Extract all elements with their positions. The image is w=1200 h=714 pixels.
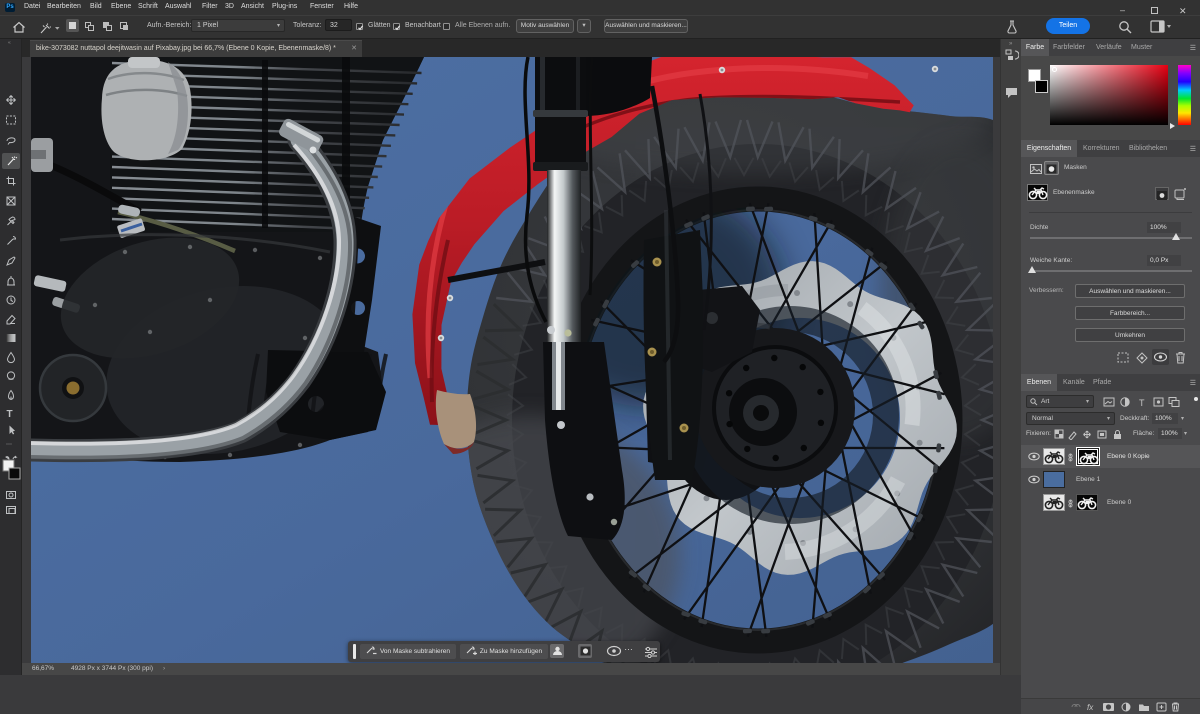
svg-text:fx: fx bbox=[1087, 703, 1094, 712]
svg-text:«: « bbox=[8, 40, 11, 46]
svg-text:T: T bbox=[1139, 398, 1145, 408]
svg-text:⋯: ⋯ bbox=[6, 442, 12, 448]
svg-text:T: T bbox=[7, 409, 13, 420]
